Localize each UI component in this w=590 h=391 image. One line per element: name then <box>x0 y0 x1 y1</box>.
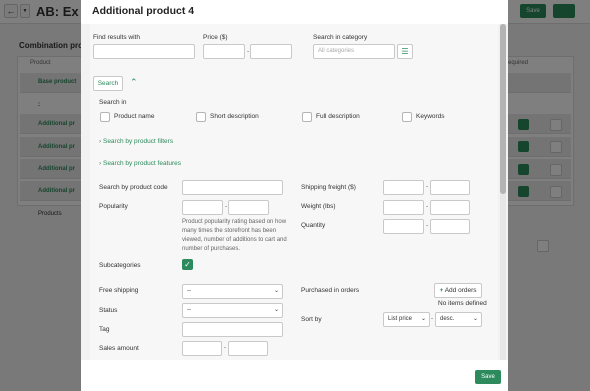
price-to-input[interactable] <box>250 44 292 59</box>
search-in-label: Search in <box>99 99 127 106</box>
add-orders-button[interactable]: + Add orders <box>434 283 482 298</box>
range-separator: - <box>247 48 250 55</box>
range-separator: - <box>225 203 228 210</box>
status-label: Status <box>99 307 118 314</box>
product-code-label: Search by product code <box>99 184 168 191</box>
product-name-label: Product name <box>114 113 155 120</box>
sort-by-value: List price <box>388 316 413 322</box>
chevron-right-icon: › <box>99 138 102 145</box>
shipping-freight-from-input[interactable] <box>383 180 424 195</box>
modal-scrollbar[interactable] <box>500 24 506 360</box>
range-separator: - <box>224 344 227 351</box>
plus-icon: + <box>439 287 444 294</box>
list-icon: ☰ <box>401 47 409 56</box>
subcategories-label: Subcategories <box>99 262 141 269</box>
weight-label: Weight (lbs) <box>301 203 336 210</box>
modal-footer: Save <box>81 360 508 391</box>
search-form: Find results with Price ($) - Search in … <box>90 24 498 360</box>
save-button[interactable]: Save <box>475 370 501 384</box>
find-results-label: Find results with <box>93 34 140 41</box>
search-by-features-label: Search by product features <box>102 160 182 167</box>
price-from-input[interactable] <box>203 44 245 59</box>
range-separator: - <box>431 315 434 322</box>
sort-order-select[interactable]: desc. ⌄ <box>435 312 482 327</box>
search-in-category-label: Search in category <box>313 34 368 41</box>
quantity-from-input[interactable] <box>383 219 424 234</box>
chevron-down-icon: ⌄ <box>420 316 426 322</box>
free-shipping-select[interactable]: -- ⌄ <box>182 284 283 299</box>
popularity-help-text: Product popularity rating based on how m… <box>182 219 287 252</box>
free-shipping-value: -- <box>187 288 191 294</box>
modal-title: Additional product 4 <box>92 5 195 17</box>
range-separator: - <box>426 222 429 229</box>
category-list-button[interactable]: ☰ <box>397 44 413 59</box>
search-by-filters-label: Search by product filters <box>102 138 174 145</box>
free-shipping-label: Free shipping <box>99 287 139 294</box>
sales-amount-label: Sales amount <box>99 345 139 352</box>
full-description-label: Full description <box>316 113 360 120</box>
popularity-from-input[interactable] <box>182 200 223 215</box>
chevron-right-icon: › <box>99 160 102 167</box>
product-code-input[interactable] <box>182 180 283 195</box>
weight-from-input[interactable] <box>383 200 424 215</box>
weight-to-input[interactable] <box>430 200 470 215</box>
chevron-down-icon: ⌄ <box>273 288 279 294</box>
modal-body: Find results with Price ($) - Search in … <box>81 24 508 360</box>
subcategories-checkbox[interactable]: ✓ <box>182 259 193 270</box>
popularity-to-input[interactable] <box>228 200 269 215</box>
short-description-label: Short description <box>210 113 259 120</box>
search-button[interactable]: Search <box>93 76 123 91</box>
quantity-to-input[interactable] <box>430 219 470 234</box>
keywords-label: Keywords <box>416 113 445 120</box>
scrollbar-thumb[interactable] <box>500 24 506 194</box>
tag-input[interactable] <box>182 322 283 337</box>
search-by-features-toggle[interactable]: › Search by product features <box>99 160 181 167</box>
sort-order-value: desc. <box>440 316 455 322</box>
quantity-label: Quantity <box>301 222 326 229</box>
add-orders-label: Add orders <box>444 287 477 294</box>
shipping-freight-to-input[interactable] <box>430 180 470 195</box>
status-select[interactable]: -- ⌄ <box>182 303 283 318</box>
sort-by-label: Sort by <box>301 316 322 323</box>
no-items-defined-text: No items defined <box>438 300 487 307</box>
chevron-down-icon: ⌄ <box>472 316 478 322</box>
product-name-checkbox[interactable] <box>100 112 110 122</box>
shipping-freight-label: Shipping freight ($) <box>301 184 356 191</box>
sort-by-select[interactable]: List price ⌄ <box>383 312 430 327</box>
sales-amount-from-input[interactable] <box>182 341 222 356</box>
price-label: Price ($) <box>203 34 228 41</box>
range-separator: - <box>426 203 429 210</box>
chevron-up-icon[interactable]: ⌃ <box>130 77 138 88</box>
sales-amount-to-input[interactable] <box>228 341 268 356</box>
modal-dialog: Additional product 4 Find results with P… <box>81 0 508 391</box>
short-description-checkbox[interactable] <box>196 112 206 122</box>
purchased-in-orders-label: Purchased in orders <box>301 287 360 294</box>
category-input[interactable]: All categories <box>313 44 395 59</box>
full-description-checkbox[interactable] <box>302 112 312 122</box>
popularity-label: Popularity <box>99 203 128 210</box>
tag-label: Tag <box>99 326 110 333</box>
check-icon: ✓ <box>184 260 191 269</box>
find-results-input[interactable] <box>93 44 195 59</box>
chevron-down-icon: ⌄ <box>273 307 279 313</box>
range-separator: - <box>426 183 429 190</box>
search-by-filters-toggle[interactable]: › Search by product filters <box>99 138 173 145</box>
keywords-checkbox[interactable] <box>402 112 412 122</box>
status-value: -- <box>187 307 191 313</box>
